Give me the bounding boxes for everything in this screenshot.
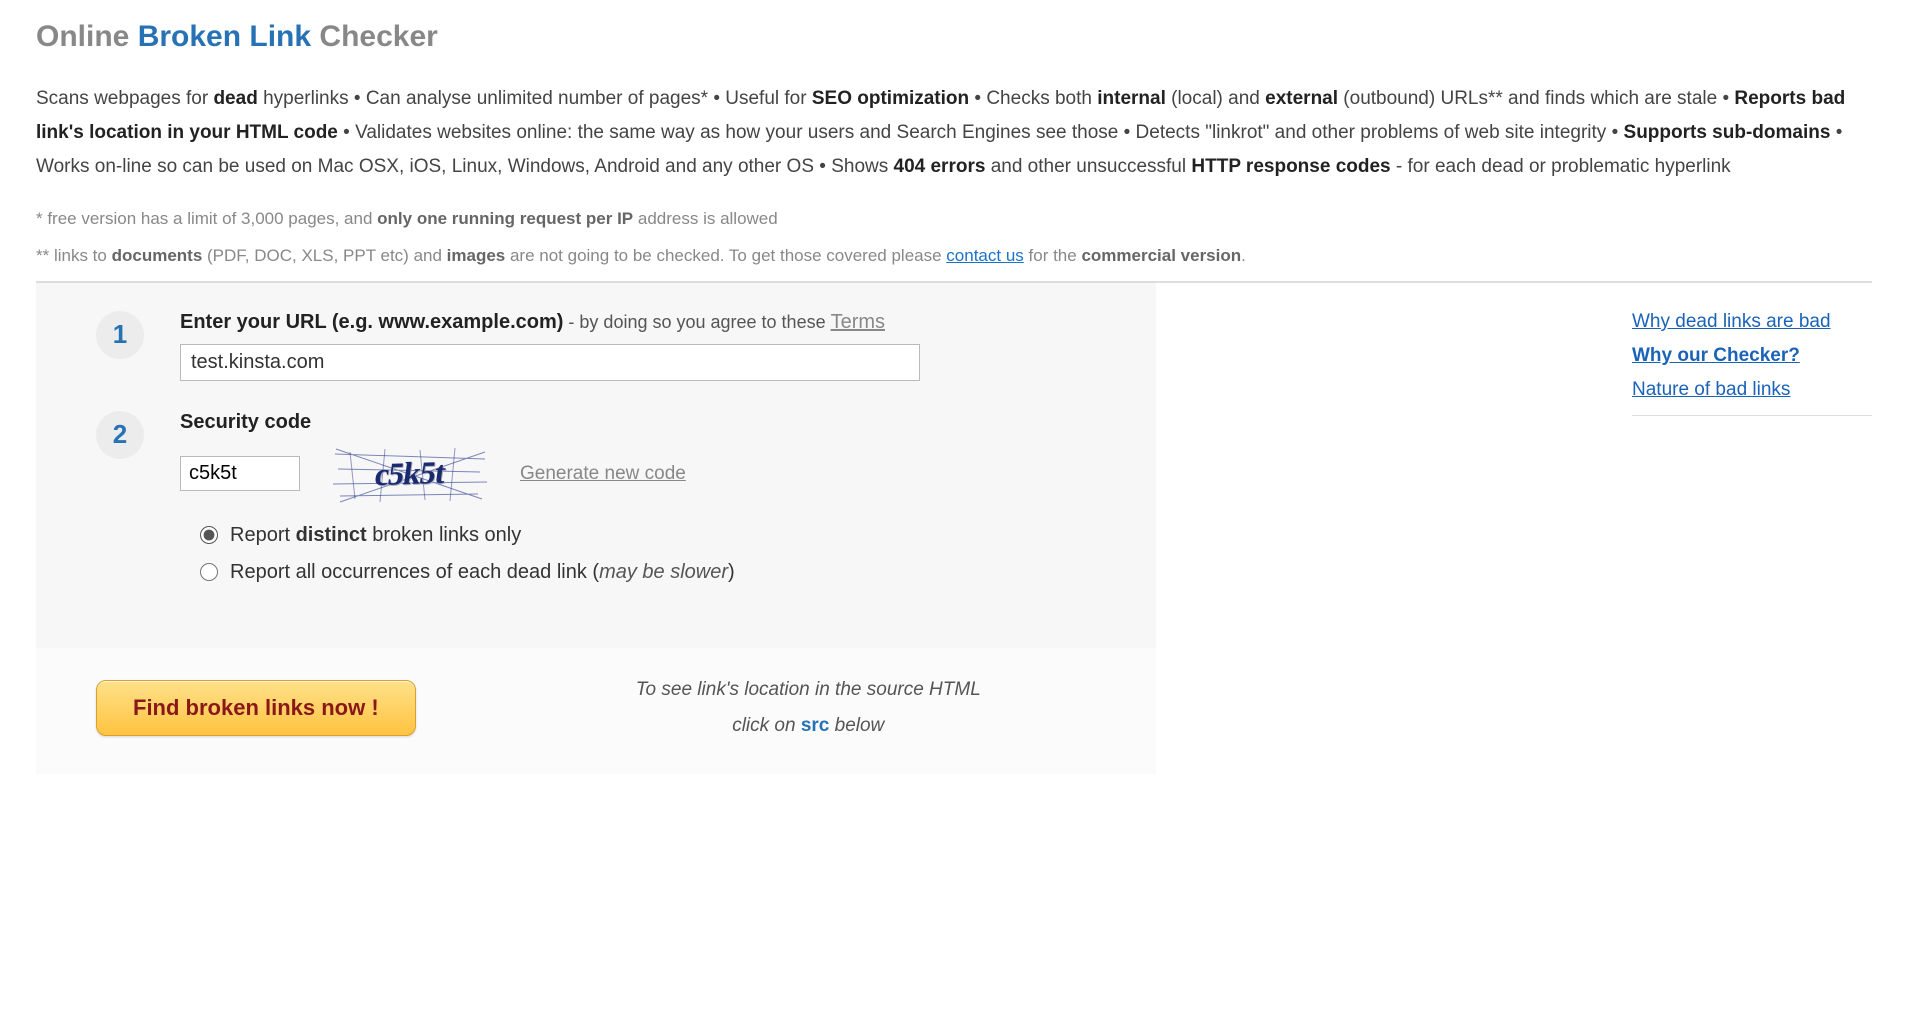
step-1-label-bold: Enter your URL (e.g. www.example.com)	[180, 311, 563, 333]
desc-t4: (local) and	[1166, 88, 1265, 109]
fn2-b3: commercial version	[1081, 246, 1241, 265]
fn2-t3: are not going to be checked. To get thos…	[505, 246, 946, 265]
title-text-1: Online	[36, 20, 138, 53]
sidebar-link-nature[interactable]: Nature of bad links	[1632, 379, 1872, 401]
fn2-b1: documents	[112, 246, 203, 265]
desc-b6: Supports sub-domains	[1624, 122, 1831, 143]
desc-t1: Scans webpages for	[36, 88, 213, 109]
security-code-input[interactable]	[180, 456, 300, 491]
fn2-b2: images	[447, 246, 506, 265]
sidebar-link-why-bad[interactable]: Why dead links are bad	[1632, 311, 1872, 333]
desc-t3: • Checks both	[969, 88, 1097, 109]
title-text-3: Checker	[311, 20, 438, 53]
fn2-t2: (PDF, DOC, XLS, PPT etc) and	[202, 246, 446, 265]
find-broken-links-button[interactable]: Find broken links now !	[96, 680, 416, 736]
instr-t2: below	[829, 715, 884, 736]
step-1-number: 1	[96, 311, 144, 359]
radio-all-label: Report all occurrences of each dead link…	[230, 561, 735, 584]
step-1-row: 1 Enter your URL (e.g. www.example.com) …	[96, 311, 1126, 381]
action-panel: Find broken links now ! To see link's lo…	[36, 648, 1156, 774]
desc-b8: HTTP response codes	[1191, 156, 1390, 177]
r1-t2: broken links only	[367, 524, 522, 546]
instr-src: src	[801, 715, 830, 736]
step-2-number: 2	[96, 411, 144, 459]
fn2-t1: ** links to	[36, 246, 112, 265]
sidebar: Why dead links are bad Why our Checker? …	[1632, 283, 1872, 774]
footnote-2: ** links to documents (PDF, DOC, XLS, PP…	[36, 242, 1872, 269]
desc-b3: internal	[1097, 88, 1166, 109]
radio-distinct-label: Report distinct broken links only	[230, 524, 521, 547]
instr-t1: click on	[732, 715, 801, 736]
r1-b: distinct	[296, 524, 367, 546]
form-panel: 1 Enter your URL (e.g. www.example.com) …	[36, 283, 1156, 648]
terms-link[interactable]: Terms	[831, 311, 885, 333]
radio-distinct-input[interactable]	[200, 526, 218, 544]
radio-all-input[interactable]	[200, 563, 218, 581]
step-2-row: 2 Security code c5k5t	[96, 411, 1126, 598]
radio-distinct[interactable]: Report distinct broken links only	[200, 524, 1126, 547]
fn1-t1: * free version has a limit of 3,000 page…	[36, 209, 377, 228]
r2-em: may be slower	[599, 561, 728, 583]
page-title: Online Broken Link Checker	[36, 20, 1872, 54]
radio-all[interactable]: Report all occurrences of each dead link…	[200, 561, 1126, 584]
step-2-label-text: Security code	[180, 411, 311, 433]
desc-t9: - for each dead or problematic hyperlink	[1391, 156, 1731, 177]
r2-t2: )	[728, 561, 735, 583]
url-input[interactable]	[180, 344, 920, 381]
desc-t8: and other unsuccessful	[985, 156, 1191, 177]
captcha-text: c5k5t	[373, 454, 448, 493]
step-1-label-light: - by doing so you agree to these	[563, 312, 830, 332]
desc-b7: 404 errors	[894, 156, 986, 177]
desc-t5: (outbound) URLs** and finds which are st…	[1338, 88, 1734, 109]
captcha-image: c5k5t	[330, 444, 490, 504]
report-mode-group: Report distinct broken links only Report…	[180, 524, 1126, 584]
desc-b1: dead	[213, 88, 257, 109]
sidebar-link-why-checker[interactable]: Why our Checker?	[1632, 345, 1872, 367]
step-2-label: Security code	[180, 411, 1126, 434]
fn1-b1: only one running request per IP	[377, 209, 633, 228]
r1-t1: Report	[230, 524, 296, 546]
fn2-t4: for the	[1024, 246, 1082, 265]
r2-t1: Report all occurrences of each dead link…	[230, 561, 599, 583]
desc-t2: hyperlinks • Can analyse unlimited numbe…	[258, 88, 812, 109]
sidebar-divider	[1632, 415, 1872, 416]
fn2-t5: .	[1241, 246, 1246, 265]
contact-us-link[interactable]: contact us	[946, 246, 1024, 265]
instr-line-1: To see link's location in the source HTM…	[636, 672, 981, 708]
generate-code-link[interactable]: Generate new code	[520, 463, 686, 485]
fn1-t2: address is allowed	[633, 209, 778, 228]
title-text-2: Broken Link	[138, 20, 311, 53]
instruction-text: To see link's location in the source HTM…	[636, 672, 981, 744]
desc-b4: external	[1265, 88, 1338, 109]
desc-b2: SEO optimization	[812, 88, 969, 109]
desc-t6: • Validates websites online: the same wa…	[338, 122, 1624, 143]
description-text: Scans webpages for dead hyperlinks • Can…	[36, 82, 1872, 185]
step-1-label: Enter your URL (e.g. www.example.com) - …	[180, 311, 1126, 334]
footnote-1: * free version has a limit of 3,000 page…	[36, 205, 1872, 232]
